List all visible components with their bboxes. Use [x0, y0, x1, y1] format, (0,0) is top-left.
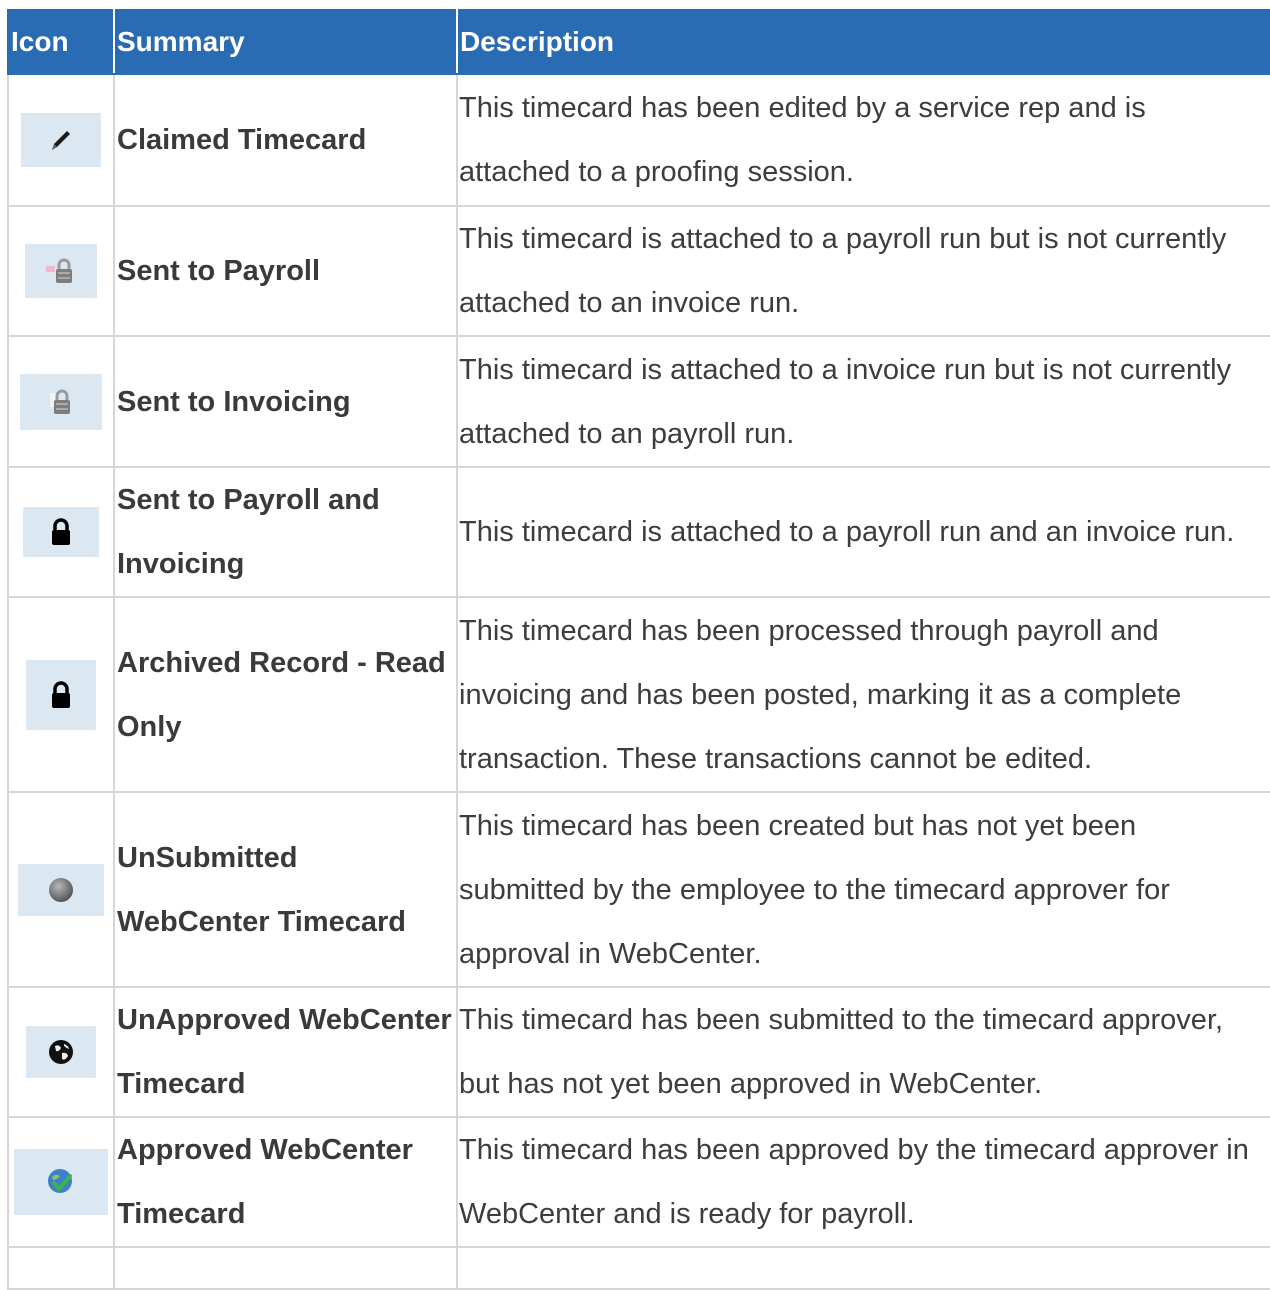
- summary-cell: Sent to Payroll: [113, 205, 458, 337]
- table-row: UnApproved WebCenter Timecard This timec…: [7, 986, 1270, 1118]
- summary-cell: UnApproved WebCenter Timecard: [113, 986, 458, 1118]
- summary-cell: UnSubmitted WebCenter Timecard: [113, 791, 458, 988]
- table-row: [7, 1246, 1270, 1290]
- empty-cell: [7, 1246, 115, 1290]
- summary-cell: Claimed Timecard: [113, 73, 458, 207]
- description-cell: This timecard has been submitted to the …: [456, 986, 1270, 1118]
- table-row: Sent to Payroll and Invoicing This timec…: [7, 466, 1270, 598]
- table-row: Archived Record - Read Only This timecar…: [7, 596, 1270, 793]
- description-cell: This timecard is attached to a payroll r…: [456, 205, 1270, 337]
- header-icon: Icon: [7, 9, 115, 75]
- table-row: Sent to Payroll This timecard is attache…: [7, 205, 1270, 337]
- invoice-lock-icon: [20, 373, 102, 430]
- table-row: Approved WebCenter Timecard This timecar…: [7, 1116, 1270, 1248]
- approved-globe-icon: [14, 1149, 108, 1215]
- empty-cell: [113, 1246, 458, 1290]
- lock-icon: [23, 507, 99, 557]
- summary-cell: Approved WebCenter Timecard: [113, 1116, 458, 1248]
- payroll-lock-icon: [25, 244, 97, 298]
- table-row: Claimed Timecard This timecard has been …: [7, 73, 1270, 207]
- description-cell: This timecard has been approved by the t…: [456, 1116, 1270, 1248]
- icon-legend-table: Icon Summary Description Claimed Timecar…: [7, 9, 1270, 1290]
- description-cell: This timecard has been processed through…: [456, 596, 1270, 793]
- archived-lock-icon: [26, 659, 96, 730]
- grey-globe-icon: [18, 863, 104, 916]
- description-cell: This timecard has been created but has n…: [456, 791, 1270, 988]
- summary-cell: Sent to Invoicing: [113, 335, 458, 468]
- summary-cell: Sent to Payroll and Invoicing: [113, 466, 458, 598]
- table-row: Sent to Invoicing This timecard is attac…: [7, 335, 1270, 468]
- pencil-icon: [21, 113, 101, 167]
- empty-cell: [456, 1246, 1270, 1290]
- description-cell: This timecard is attached to a invoice r…: [456, 335, 1270, 468]
- description-cell: This timecard is attached to a payroll r…: [456, 466, 1270, 598]
- table-header-row: Icon Summary Description: [7, 9, 1270, 75]
- header-summary: Summary: [113, 9, 458, 75]
- description-cell: This timecard has been edited by a servi…: [456, 73, 1270, 207]
- black-globe-icon: [26, 1026, 96, 1078]
- table-row: UnSubmitted WebCenter Timecard This time…: [7, 791, 1270, 988]
- header-description: Description: [456, 9, 1270, 75]
- summary-cell: Archived Record - Read Only: [113, 596, 458, 793]
